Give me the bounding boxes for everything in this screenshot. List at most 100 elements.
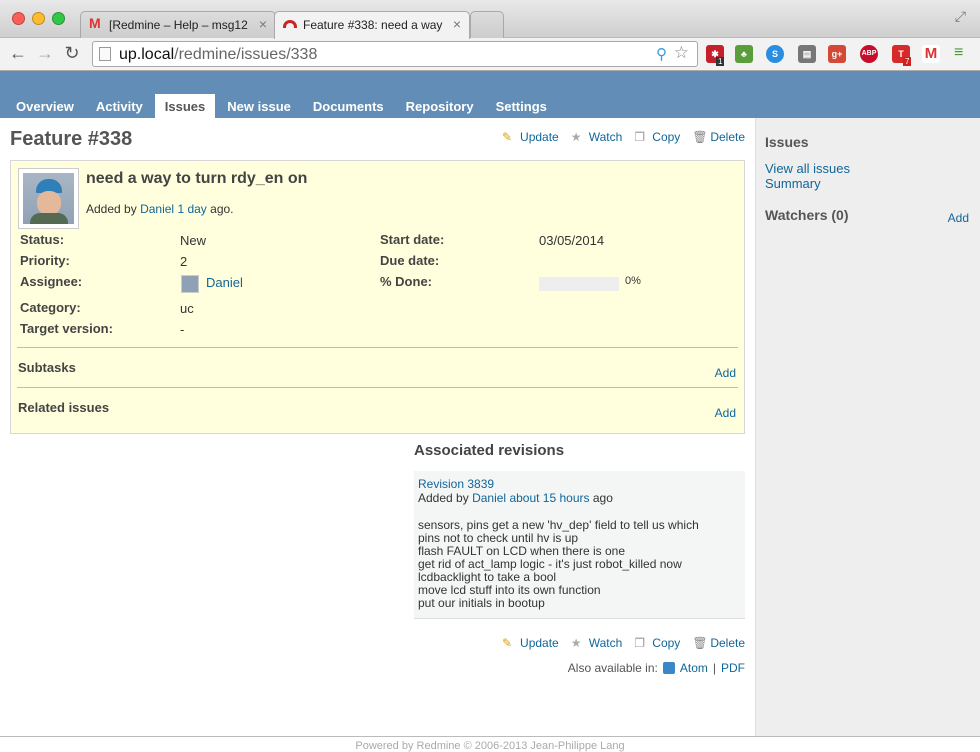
associated-revisions-heading: Associated revisions xyxy=(414,442,564,459)
menu-overview[interactable]: Overview xyxy=(6,94,84,118)
update-label[interactable]: Update xyxy=(520,130,559,144)
main-menu: Overview Activity Issues New issue Docum… xyxy=(6,94,559,118)
menu-settings[interactable]: Settings xyxy=(486,94,557,118)
extension-badge: 1 xyxy=(716,57,725,66)
priority-label: Priority: xyxy=(20,253,70,268)
fullscreen-icon[interactable]: ⤢ xyxy=(955,8,966,25)
evernote-icon[interactable]: ♣ xyxy=(735,45,753,63)
reload-button[interactable]: ↻ xyxy=(60,42,84,66)
page-icon xyxy=(99,47,111,61)
close-tab-icon[interactable]: × xyxy=(453,16,461,32)
delete-link[interactable]: 🗑 Delete xyxy=(692,636,745,650)
address-bar[interactable]: up.local/redmine/issues/338 ⚲ ☆ xyxy=(92,41,698,67)
star-icon: ★ xyxy=(570,636,582,650)
browser-tabstrip: M [Redmine – Help – msg12 × Feature #338… xyxy=(0,0,980,39)
start-date-label: Start date: xyxy=(380,232,445,247)
delete-label[interactable]: Delete xyxy=(710,636,745,650)
copy-link[interactable]: ❐ Copy xyxy=(634,130,680,144)
chrome-menu-icon[interactable]: ≡ xyxy=(954,44,968,62)
changeset-author-link[interactable]: Daniel xyxy=(472,491,506,505)
close-window-button[interactable] xyxy=(12,12,25,25)
star-icon: ★ xyxy=(570,130,582,144)
add-subtask-link[interactable]: Add xyxy=(715,366,736,380)
menu-issues[interactable]: Issues xyxy=(154,94,216,118)
issue-details: need a way to turn rdy_en on Added by Da… xyxy=(10,160,745,434)
status-label: Status: xyxy=(20,232,65,247)
watch-link[interactable]: ★ Watch xyxy=(571,636,623,650)
redmine-icon xyxy=(283,20,297,28)
redmine-header: Overview Activity Issues New issue Docum… xyxy=(0,71,980,118)
other-formats: Also available in: Atom | PDF xyxy=(568,661,745,675)
added-by-text: Added by xyxy=(86,202,137,216)
update-link[interactable]: ✎ Update xyxy=(502,130,559,144)
delete-link[interactable]: 🗑 Delete xyxy=(692,130,745,144)
skype-icon[interactable]: S xyxy=(766,45,784,63)
adblock-icon[interactable]: ABP xyxy=(860,45,878,63)
gmail-icon: M xyxy=(89,15,101,31)
extension-icon[interactable]: ⚲ xyxy=(656,45,667,63)
pencil-icon: ✎ xyxy=(502,130,513,144)
menu-new-issue[interactable]: New issue xyxy=(217,94,301,118)
copy-label[interactable]: Copy xyxy=(652,130,680,144)
bookmark-star-icon[interactable]: ☆ xyxy=(674,43,689,63)
update-link[interactable]: ✎ Update xyxy=(502,636,559,650)
issue-actions-bottom: ✎ Update ★ Watch ❐ Copy 🗑 Delete xyxy=(494,636,745,650)
copy-link[interactable]: ❐ Copy xyxy=(634,636,680,650)
view-all-issues-link[interactable]: View all issues xyxy=(765,161,850,176)
trash-icon: 🗑 xyxy=(692,636,708,650)
assignee-avatar xyxy=(181,275,199,293)
menu-repository[interactable]: Repository xyxy=(396,94,484,118)
ago-text: ago xyxy=(592,491,613,505)
pdf-link[interactable]: PDF xyxy=(721,661,745,675)
delete-label[interactable]: Delete xyxy=(710,130,745,144)
tab-label: Feature #338: need a way xyxy=(303,18,443,32)
category-label: Category: xyxy=(20,300,81,315)
gmail-checker-icon[interactable]: M xyxy=(922,45,940,63)
page-title: Feature #338 xyxy=(10,128,133,150)
add-related-issue-link[interactable]: Add xyxy=(715,406,736,420)
target-version-value: - xyxy=(180,322,185,337)
issue-author-line: Added by Daniel 1 day ago. xyxy=(86,202,234,216)
divider xyxy=(17,387,738,388)
add-watcher-link[interactable]: Add xyxy=(948,211,969,225)
done-ratio-label: % Done: xyxy=(380,274,432,289)
author-link[interactable]: Daniel xyxy=(140,202,174,216)
watch-label[interactable]: Watch xyxy=(589,636,623,650)
copy-icon: ❐ xyxy=(634,130,646,144)
summary-link[interactable]: Summary xyxy=(765,176,821,191)
close-tab-icon[interactable]: × xyxy=(259,16,267,32)
update-label[interactable]: Update xyxy=(520,636,559,650)
watch-link[interactable]: ★ Watch xyxy=(571,130,623,144)
url-host: up.local xyxy=(119,46,175,63)
new-tab-button[interactable] xyxy=(470,11,504,38)
footer: Powered by Redmine © 2006-2013 Jean-Phil… xyxy=(0,736,980,752)
issue-age-link[interactable]: 1 day xyxy=(177,202,206,216)
minimize-window-button[interactable] xyxy=(32,12,45,25)
zoom-window-button[interactable] xyxy=(52,12,65,25)
menu-activity[interactable]: Activity xyxy=(86,94,153,118)
assignee-link[interactable]: Daniel xyxy=(206,275,243,290)
watchers-title: Watchers (0) xyxy=(765,207,849,223)
start-date-value: 03/05/2014 xyxy=(539,233,605,248)
formats-separator: | xyxy=(712,661,716,675)
atom-link[interactable]: Atom xyxy=(680,661,708,675)
copy-icon: ❐ xyxy=(634,636,646,650)
forward-button[interactable]: → xyxy=(33,42,57,66)
back-button[interactable]: ← xyxy=(6,42,30,66)
copy-label[interactable]: Copy xyxy=(652,636,680,650)
watch-label[interactable]: Watch xyxy=(589,130,623,144)
commit-message: sensors, pins get a new 'hv_dep' field t… xyxy=(418,518,699,610)
browser-tab-issue[interactable]: Feature #338: need a way × xyxy=(274,11,470,39)
menu-documents[interactable]: Documents xyxy=(303,94,394,118)
formats-prefix: Also available in: xyxy=(567,661,658,675)
browser-tab-gmail[interactable]: M [Redmine – Help – msg12 × xyxy=(80,11,276,38)
reader-icon[interactable]: ▤ xyxy=(798,45,816,63)
related-issues-title: Related issues xyxy=(18,400,110,415)
google-plus-icon[interactable]: g+ xyxy=(828,45,846,63)
changeset: Revision 3839 Added by Daniel about 15 h… xyxy=(414,471,745,619)
divider xyxy=(17,347,738,348)
extension-badge: 7 xyxy=(903,57,912,66)
changeset-age-link[interactable]: about 15 hours xyxy=(509,491,589,505)
revision-link[interactable]: Revision 3839 xyxy=(418,477,494,491)
done-progress-bar xyxy=(539,277,619,291)
